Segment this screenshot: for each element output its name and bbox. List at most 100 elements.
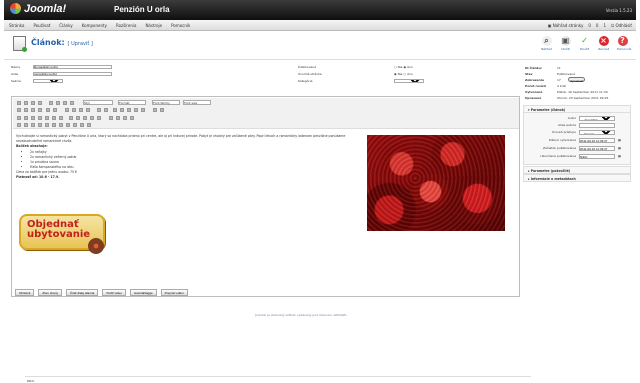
published-no-radio[interactable]: ○ bbox=[394, 65, 397, 69]
menu-site[interactable]: Stránka bbox=[9, 23, 24, 28]
insert-video-button[interactable]: Vložiť video bbox=[102, 289, 126, 296]
outdent-button[interactable] bbox=[79, 108, 83, 112]
fullscreen-button[interactable] bbox=[130, 116, 134, 120]
strike-button[interactable] bbox=[38, 101, 42, 105]
calendar-icon[interactable]: ▦ bbox=[618, 154, 621, 158]
preview-button[interactable]: ⌕ Náhľad bbox=[541, 36, 552, 51]
underline-button[interactable] bbox=[31, 101, 35, 105]
insert-text-button[interactable] bbox=[59, 123, 63, 127]
alias-field[interactable] bbox=[33, 72, 112, 76]
menu-help[interactable]: Pomocník bbox=[171, 23, 190, 28]
publish-up-field[interactable] bbox=[579, 146, 615, 151]
unlink-button[interactable] bbox=[120, 108, 124, 112]
superscript-button[interactable] bbox=[97, 116, 101, 120]
publish-down-field[interactable] bbox=[579, 154, 615, 159]
align-center-button[interactable] bbox=[56, 101, 60, 105]
text-color-button[interactable] bbox=[153, 108, 157, 112]
table-button[interactable] bbox=[17, 116, 21, 120]
horizontal-rule-button[interactable] bbox=[69, 116, 73, 120]
paste-button[interactable] bbox=[31, 108, 35, 112]
help-button[interactable]: ? Pomocník bbox=[617, 36, 631, 51]
bullet-list-button[interactable] bbox=[65, 108, 69, 112]
save-button[interactable]: ▣ Uložiť bbox=[560, 36, 571, 51]
format-select[interactable]: Formát bbox=[118, 100, 146, 105]
advanced-parameters-panel[interactable]: ▸ Parametre (pokročilé) bbox=[523, 166, 631, 174]
reset-hits-button[interactable]: Vynulovať bbox=[568, 77, 586, 83]
joomlaflagge-button[interactable]: JoomlaFlagge bbox=[129, 289, 157, 296]
absolute-button[interactable] bbox=[24, 123, 28, 127]
italic-button[interactable] bbox=[24, 101, 28, 105]
frontpage-no-radio[interactable]: ◉ bbox=[394, 72, 397, 76]
insert-layer-button[interactable] bbox=[17, 123, 21, 127]
calendar-icon[interactable]: ▦ bbox=[618, 138, 621, 142]
created-date-field[interactable] bbox=[579, 138, 615, 143]
media-button[interactable] bbox=[116, 116, 120, 120]
menu-components[interactable]: Komponenty bbox=[82, 23, 107, 28]
pagebreak-button[interactable]: Zlom strany bbox=[38, 289, 63, 296]
font-size-select[interactable]: Font size bbox=[183, 100, 211, 105]
calendar-icon[interactable]: ▦ bbox=[618, 146, 621, 150]
insert-column-button[interactable] bbox=[52, 116, 56, 120]
numbered-list-button[interactable] bbox=[72, 108, 76, 112]
image-button[interactable]: Obrázok bbox=[15, 289, 35, 296]
section-select[interactable]: Bez kategórie bbox=[33, 79, 63, 83]
template-button[interactable] bbox=[80, 123, 84, 127]
frontpage-yes-radio[interactable]: ○ bbox=[404, 72, 407, 76]
readmore-button[interactable]: Čítať ďalej Hlavná bbox=[66, 289, 99, 296]
access-select[interactable]: Verejné bbox=[579, 130, 615, 135]
row-props-button[interactable] bbox=[24, 116, 28, 120]
booking-button[interactable]: Objednať ubytovanie bbox=[19, 214, 105, 254]
author-select[interactable]: Jana Marušič bbox=[579, 116, 615, 121]
apply-button[interactable]: ✓ Použiť bbox=[579, 36, 590, 51]
insert-row-button[interactable] bbox=[38, 116, 42, 120]
cancel-button[interactable]: × Zavrieť bbox=[598, 36, 609, 51]
redo-button[interactable] bbox=[104, 108, 108, 112]
pagebreak-button[interactable] bbox=[87, 123, 91, 127]
indent-button[interactable] bbox=[86, 108, 90, 112]
remove-format-button[interactable] bbox=[76, 116, 80, 120]
cell-props-button[interactable] bbox=[31, 116, 35, 120]
menu-tools[interactable]: Nástroje bbox=[145, 23, 162, 28]
menu-users[interactable]: Používať bbox=[33, 23, 50, 28]
menu-articles[interactable]: Články bbox=[59, 23, 72, 28]
advanced-parameters-header[interactable]: ▸ Parametre (pokročilé) bbox=[524, 167, 630, 174]
abbreviation-button[interactable] bbox=[45, 123, 49, 127]
justify-button[interactable] bbox=[70, 101, 74, 105]
delete-row-button[interactable] bbox=[45, 116, 49, 120]
published-yes-radio[interactable]: ◉ bbox=[404, 65, 407, 69]
anchor-button[interactable] bbox=[127, 108, 131, 112]
image-button[interactable] bbox=[134, 108, 138, 112]
subscript-button[interactable] bbox=[90, 116, 94, 120]
emotions-button[interactable] bbox=[109, 116, 113, 120]
metadata-panel[interactable]: ▸ Informácie o metadátach bbox=[523, 174, 631, 182]
cite-button[interactable] bbox=[38, 123, 42, 127]
article-parameters-header[interactable]: ▾ Parametre (článok) bbox=[524, 106, 630, 113]
title-field[interactable] bbox=[33, 65, 112, 69]
print-button[interactable] bbox=[123, 116, 127, 120]
align-right-button[interactable] bbox=[63, 101, 67, 105]
attributes-button[interactable] bbox=[73, 123, 77, 127]
logout-link[interactable]: ⏻ Odhlásiť bbox=[611, 23, 632, 28]
delete-column-button[interactable] bbox=[59, 116, 63, 120]
messages-count[interactable]: 0 bbox=[588, 23, 591, 28]
styles-select[interactable]: Štýl bbox=[83, 100, 113, 105]
replace-button[interactable] bbox=[53, 108, 57, 112]
category-select[interactable]: Bez kategórie bbox=[394, 79, 424, 83]
footer-license[interactable]: Joomla! je slobodný softvér vydávaný pod… bbox=[255, 313, 348, 317]
acronym-button[interactable] bbox=[52, 123, 56, 127]
paste-text-button[interactable] bbox=[38, 108, 42, 112]
copy-button[interactable] bbox=[24, 108, 28, 112]
editor-content[interactable]: Vychutnajte si romantický pobyt v Penzió… bbox=[16, 134, 346, 264]
code-button[interactable] bbox=[141, 108, 145, 112]
menu-extensions[interactable]: Rozšírenia bbox=[116, 23, 136, 28]
link-button[interactable] bbox=[113, 108, 117, 112]
toggle-editor-button[interactable]: Prepnúť editor bbox=[160, 289, 188, 296]
font-family-select[interactable]: Font family bbox=[152, 100, 180, 105]
author-alias-field[interactable] bbox=[579, 123, 615, 128]
search-button[interactable] bbox=[46, 108, 50, 112]
preview-link[interactable]: ▣ Náhľad stránky bbox=[548, 23, 584, 28]
metadata-header[interactable]: ▸ Informácie o metadátach bbox=[524, 175, 630, 182]
delete-text-button[interactable] bbox=[66, 123, 70, 127]
visual-aid-button[interactable] bbox=[83, 116, 87, 120]
background-color-button[interactable] bbox=[160, 108, 164, 112]
